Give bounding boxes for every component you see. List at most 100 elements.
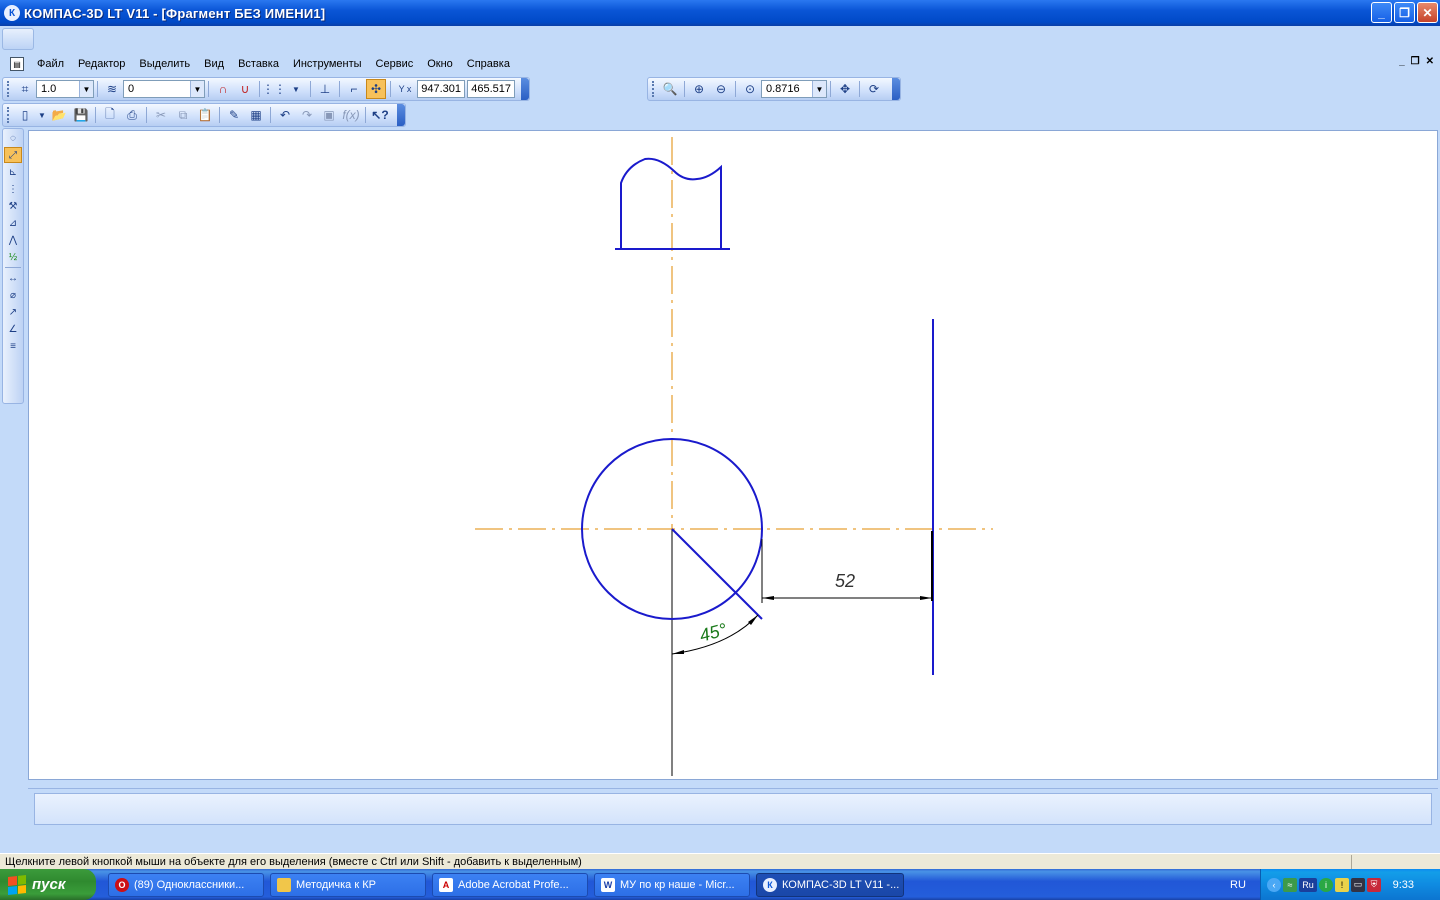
security-shield-icon[interactable]: ⛨ xyxy=(1367,877,1381,892)
breakline-dimension-icon[interactable]: ≡ xyxy=(4,338,22,354)
task-kompas[interactable]: К КОМПАС-3D LT V11 -... xyxy=(756,872,904,897)
paste-icon[interactable]: 📋 xyxy=(195,105,215,125)
selection-icon[interactable]: ⋮ xyxy=(4,181,22,197)
menu-bar: ▤ Файл Редактор Выделить Вид Вставка Инс… xyxy=(0,52,1440,76)
menu-select[interactable]: Выделить xyxy=(132,54,197,74)
cut-icon[interactable]: ✂ xyxy=(151,105,171,125)
task-label: Adobe Acrobat Profe... xyxy=(458,878,569,891)
menu-view[interactable]: Вид xyxy=(197,54,231,74)
language-tray-icon[interactable]: Ru xyxy=(1299,877,1317,892)
copy-icon[interactable]: ⧉ xyxy=(173,105,193,125)
zoom-combo[interactable]: 0.8716 ▼ xyxy=(761,80,827,98)
menu-file[interactable]: Файл xyxy=(30,54,71,74)
task-label: МУ по кр наше - Micr... xyxy=(620,878,735,891)
chevron-down-icon[interactable]: ▼ xyxy=(812,81,826,97)
refresh-view-icon[interactable]: ⟳ xyxy=(864,79,884,99)
redo-icon[interactable]: ↷ xyxy=(297,105,317,125)
toolbar-options-icon[interactable] xyxy=(892,78,900,100)
function-icon[interactable]: f(x) xyxy=(341,105,361,125)
ortho-icon[interactable]: ⌐ xyxy=(344,79,364,99)
zoom-scale-icon[interactable]: ⊙ xyxy=(740,79,760,99)
current-state-toolbar: ⌗ 1.0 ▼ ≋ 0 ▼ ∩ ∪ ⋮⋮ ▼ ⊥ ⌐ ✣ Y x 947.301… xyxy=(2,77,530,101)
menu-insert[interactable]: Вставка xyxy=(231,54,286,74)
task-word[interactable]: W МУ по кр наше - Micr... xyxy=(594,872,750,897)
chevron-down-icon[interactable]: ▼ xyxy=(190,81,204,97)
mdi-minimize-button[interactable]: _ xyxy=(1399,56,1405,67)
monitor-icon[interactable]: ▭ xyxy=(1351,877,1365,892)
task-opera[interactable]: O (89) Одноклассники... xyxy=(108,872,264,897)
kompas-app-icon[interactable]: К xyxy=(4,5,20,21)
grid-icon[interactable]: ⋮⋮ xyxy=(262,79,286,99)
menu-window[interactable]: Окно xyxy=(420,54,460,74)
measure-icon[interactable]: ⚒ xyxy=(4,198,22,214)
close-button[interactable]: ✕ xyxy=(1417,2,1438,23)
chevron-down-icon[interactable]: ▼ xyxy=(79,81,93,97)
snap-mode-icon[interactable]: ✣ xyxy=(366,79,386,99)
diameter-dimension-icon[interactable]: ⌀ xyxy=(4,287,22,303)
maximize-button[interactable]: ❐ xyxy=(1394,2,1415,23)
start-button[interactable]: пуск xyxy=(0,869,96,900)
spec-icon[interactable]: ½ xyxy=(4,249,22,265)
menu-edit[interactable]: Редактор xyxy=(71,54,132,74)
zoom-in-icon[interactable]: ⊕ xyxy=(689,79,709,99)
pan-icon[interactable]: ✥ xyxy=(835,79,855,99)
clock[interactable]: 9:33 xyxy=(1393,879,1414,891)
y-coordinate-field[interactable]: 465.517 xyxy=(467,80,515,98)
new-document-icon[interactable]: ▯ xyxy=(15,105,35,125)
angular-dimension-text[interactable]: 45° xyxy=(697,619,728,645)
local-cs-icon[interactable]: ⊥ xyxy=(315,79,335,99)
save-icon[interactable]: 💾 xyxy=(71,105,91,125)
magnet-local-icon[interactable]: ∪ xyxy=(235,79,255,99)
open-folder-icon[interactable]: 📂 xyxy=(49,105,69,125)
network-icon[interactable]: ≈ xyxy=(1283,877,1297,892)
document-icon[interactable]: ▤ xyxy=(10,57,24,71)
tray-expand-icon[interactable]: ‹ xyxy=(1267,877,1281,892)
toolbar-options-icon[interactable] xyxy=(397,104,405,126)
info-icon[interactable]: i xyxy=(1319,877,1333,892)
menu-help[interactable]: Справка xyxy=(460,54,517,74)
linear-dimension-icon[interactable]: ↔ xyxy=(4,270,22,286)
variables-icon[interactable]: ▦ xyxy=(246,105,266,125)
magnet-snap-icon[interactable]: ∩ xyxy=(213,79,233,99)
radial-dimension-icon[interactable]: ↗ xyxy=(4,304,22,320)
toolbar-options-icon[interactable] xyxy=(521,78,529,100)
mdi-close-button[interactable]: ✕ xyxy=(1426,56,1434,67)
zoom-out-icon[interactable]: ⊖ xyxy=(711,79,731,99)
task-folder[interactable]: Методичка к КР xyxy=(270,872,426,897)
task-acrobat[interactable]: A Adobe Acrobat Profe... xyxy=(432,872,588,897)
edit-tools-icon[interactable]: ⤢ xyxy=(4,147,22,163)
angle-arrow-right xyxy=(748,615,758,625)
properties-brush-icon[interactable]: ✎ xyxy=(224,105,244,125)
update-icon[interactable]: ! xyxy=(1335,877,1349,892)
minimize-button[interactable]: _ xyxy=(1371,2,1392,23)
grid-step-icon[interactable]: ⌗ xyxy=(15,79,35,99)
new-dropdown-icon[interactable]: ▼ xyxy=(37,105,47,125)
drawing-canvas[interactable]: 52 45° xyxy=(28,130,1438,780)
collapsed-toolbar[interactable] xyxy=(2,28,34,50)
step-combo[interactable]: 1.0 ▼ xyxy=(36,80,94,98)
linear-dimension-text[interactable]: 52 xyxy=(835,571,855,591)
parametrization-icon[interactable]: ⊾ xyxy=(4,164,22,180)
toolbar-grip[interactable] xyxy=(7,107,10,123)
toolbar-grip[interactable] xyxy=(7,81,10,97)
toolbar-grip[interactable] xyxy=(652,81,655,97)
print-preview-icon[interactable]: 🗋 xyxy=(100,105,120,125)
dimensions-icon[interactable]: ⊿ xyxy=(4,215,22,231)
undo-icon[interactable]: ↶ xyxy=(275,105,295,125)
mdi-restore-button[interactable]: ❐ xyxy=(1411,56,1420,67)
layer-combo[interactable]: 0 ▼ xyxy=(123,80,205,98)
menu-service[interactable]: Сервис xyxy=(369,54,421,74)
layers-icon[interactable]: ≋ xyxy=(102,79,122,99)
geometry-icon[interactable]: ◌ xyxy=(4,130,22,146)
task-label: КОМПАС-3D LT V11 -... xyxy=(782,878,900,891)
angular-dimension-icon[interactable]: ∠ xyxy=(4,321,22,337)
menu-tools[interactable]: Инструменты xyxy=(286,54,369,74)
symbols-icon[interactable]: ⋀ xyxy=(4,232,22,248)
x-coordinate-field[interactable]: 947.301 xyxy=(417,80,465,98)
help-pointer-icon[interactable]: ↖? xyxy=(370,105,390,125)
language-indicator[interactable]: RU xyxy=(1230,869,1246,900)
print-icon[interactable]: ⎙ xyxy=(122,105,142,125)
library-icon[interactable]: ▣ xyxy=(319,105,339,125)
grid-dropdown-icon[interactable]: ▼ xyxy=(286,79,306,99)
zoom-window-icon[interactable]: 🔍 xyxy=(660,79,680,99)
